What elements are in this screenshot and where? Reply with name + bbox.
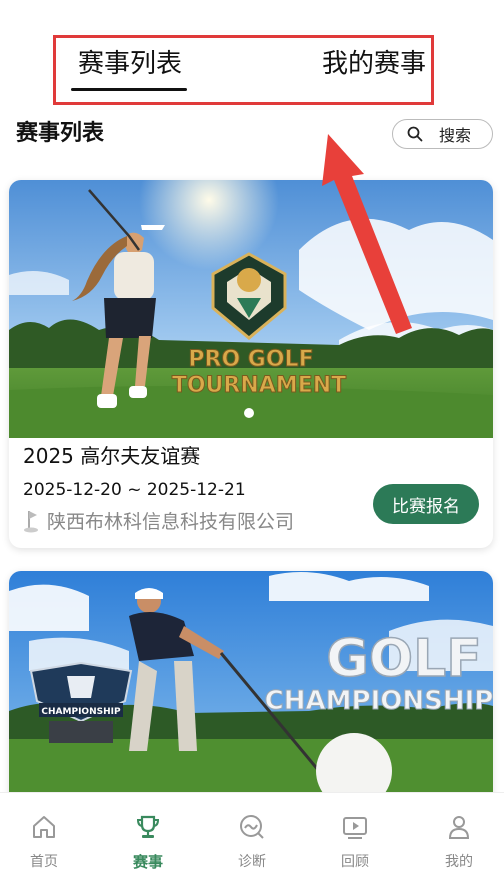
nav-item-review[interactable]: 回顾: [305, 793, 405, 874]
nav-item-me[interactable]: 我的: [409, 793, 504, 874]
diagnose-icon: [240, 815, 264, 839]
event-date-range: 2025-12-20 ~ 2025-12-21: [23, 480, 246, 500]
search-button[interactable]: 搜索: [392, 119, 493, 149]
nav-item-home[interactable]: 首页: [0, 793, 94, 874]
search-icon: [407, 126, 423, 142]
poster-title-line-1: PRO GOLF: [188, 347, 313, 372]
nav-label-me: 我的: [445, 854, 473, 870]
annotation-highlight-box: [53, 35, 434, 105]
golf-flag-icon: [24, 510, 38, 532]
event-poster-image: PRO GOLF TOURNAMENT: [9, 180, 493, 438]
nav-item-events[interactable]: 赛事: [98, 793, 198, 874]
home-icon: [33, 816, 55, 838]
event-title: 2025 高尔夫友谊赛: [23, 444, 201, 468]
badge-label: CHAMPIONSHIP: [41, 707, 121, 717]
event-poster-image: CHAMPIONSHIP GOLF CHAMPIONSHIP: [9, 571, 493, 811]
poster-title-line-1: GOLF: [326, 629, 482, 689]
video-play-icon: [343, 817, 367, 839]
nav-label-events: 赛事: [132, 853, 163, 871]
poster-title-line-2: CHAMPIONSHIP: [265, 686, 493, 716]
user-icon: [448, 816, 470, 839]
search-label: 搜索: [439, 126, 472, 145]
section-title: 赛事列表: [16, 121, 105, 146]
organizer-name: 陕西布林科信息科技有限公司: [47, 511, 295, 533]
event-card[interactable]: CHAMPIONSHIP GOLF CHAMPIONSHIP: [9, 571, 493, 811]
bottom-navigation: 首页 赛事 诊断 回顾 我的: [0, 792, 504, 874]
nav-label-diagnose: 诊断: [238, 854, 266, 870]
event-card[interactable]: PRO GOLF TOURNAMENT 2025 高尔夫友谊赛 2025-12-…: [9, 180, 493, 548]
poster-title-line-2: TOURNAMENT: [172, 373, 346, 398]
trophy-icon: [136, 815, 160, 838]
event-organizer: 陕西布林科信息科技有限公司: [23, 507, 294, 534]
nav-label-review: 回顾: [341, 854, 369, 870]
nav-label-home: 首页: [30, 854, 58, 870]
nav-item-diagnose[interactable]: 诊断: [202, 793, 302, 874]
top-tab-bar: 赛事列表 我的赛事: [0, 0, 504, 108]
signup-button[interactable]: 比赛报名: [373, 484, 479, 524]
